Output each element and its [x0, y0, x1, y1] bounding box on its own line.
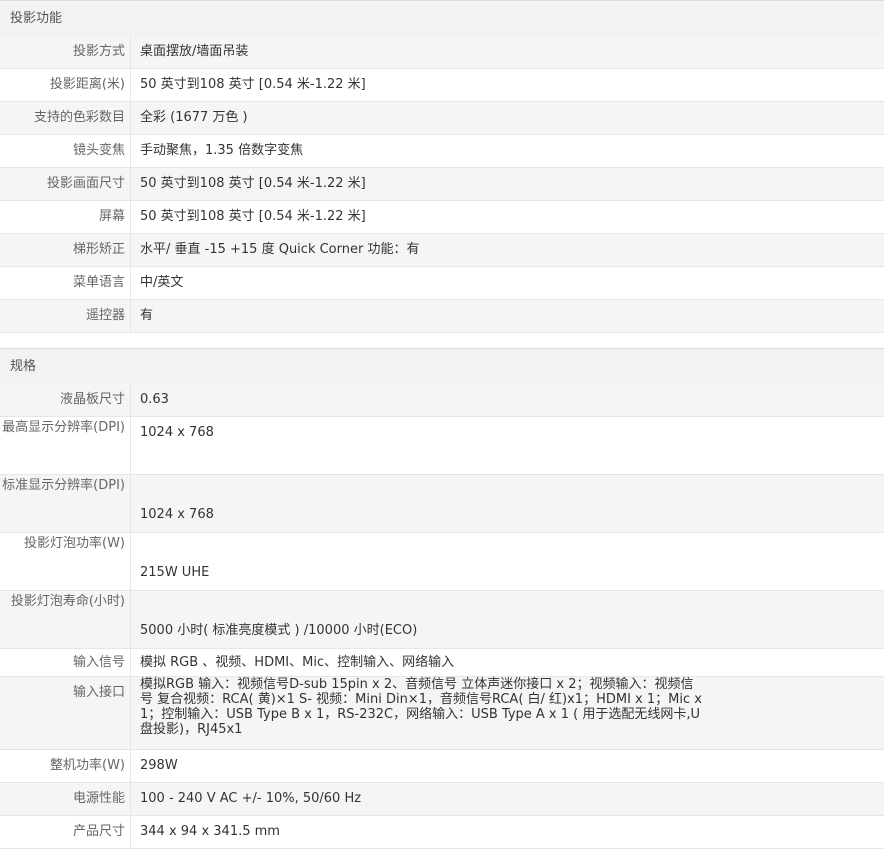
row-label: 投影距离(米)	[0, 69, 131, 101]
row-value: 中/英文	[140, 275, 184, 290]
table-row: 支持的色彩数目 全彩 (1677 万色 )	[0, 102, 884, 135]
row-value: 344 x 94 x 341.5 mm	[140, 824, 280, 839]
row-value: 模拟RGB 输入：视频信号D-sub 15pin x 2、音频信号 立体声迷你接…	[140, 677, 702, 737]
table-row: 产品尺寸 344 x 94 x 341.5 mm	[0, 816, 884, 849]
row-label: 电源性能	[0, 783, 131, 815]
row-label: 遥控器	[0, 300, 131, 332]
row-value: 0.63	[140, 392, 169, 407]
table-row: 投影距离(米) 50 英寸到108 英寸 [0.54 米-1.22 米]	[0, 69, 884, 102]
row-value: 50 英寸到108 英寸 [0.54 米-1.22 米]	[140, 176, 366, 191]
table-row: 投影方式 桌面摆放/墙面吊装	[0, 36, 884, 69]
row-label: 梯形矫正	[0, 234, 131, 266]
projection-spec-table: 投影方式 桌面摆放/墙面吊装 投影距离(米) 50 英寸到108 英寸 [0.54 …	[0, 36, 884, 333]
section-header-specs: 规格	[0, 348, 884, 384]
row-value: 1024 x 768	[140, 507, 214, 522]
row-label: 整机功率(W)	[0, 750, 131, 782]
table-row: 电源性能 100 - 240 V AC +/- 10%, 50/60 Hz	[0, 783, 884, 816]
section-gap	[0, 333, 884, 348]
row-value: 215W UHE	[140, 565, 210, 580]
row-label: 输入信号	[0, 649, 131, 676]
row-value: 水平/ 垂直 -15 +15 度 Quick Corner 功能：有	[140, 242, 420, 257]
spec-page: 投影功能 投影方式 桌面摆放/墙面吊装 投影距离(米) 50 英寸到108 英寸 […	[0, 0, 884, 849]
table-row: 标准显示分辨率(DPI) 1024 x 768	[0, 475, 884, 533]
row-value: 5000 小时( 标准亮度模式 ) /10000 小时(ECO)	[140, 623, 418, 638]
row-label: 标准显示分辨率(DPI)	[0, 475, 131, 532]
row-value: 50 英寸到108 英寸 [0.54 米-1.22 米]	[140, 209, 366, 224]
row-value: 有	[140, 308, 154, 323]
row-label: 投影方式	[0, 36, 131, 68]
row-label: 最高显示分辨率(DPI)	[0, 417, 131, 474]
table-row: 菜单语言 中/英文	[0, 267, 884, 300]
row-value: 100 - 240 V AC +/- 10%, 50/60 Hz	[140, 791, 362, 806]
table-row: 输入接口 模拟RGB 输入：视频信号D-sub 15pin x 2、音频信号 立体…	[0, 677, 884, 750]
table-row: 遥控器有	[0, 300, 884, 333]
table-row: 整机功率(W) 298W	[0, 750, 884, 783]
row-label: 屏幕	[0, 201, 131, 233]
row-label: 支持的色彩数目	[0, 102, 131, 134]
row-value: 1024 x 768	[140, 425, 214, 440]
row-label: 产品尺寸	[0, 816, 131, 848]
table-row: 屏幕 50 英寸到108 英寸 [0.54 米-1.22 米]	[0, 201, 884, 234]
row-value: 298W	[140, 758, 178, 773]
row-label: 液晶板尺寸	[0, 384, 131, 416]
table-row: 投影灯泡寿命(小时) 5000 小时( 标准亮度模式 ) /10000 小时(EC…	[0, 591, 884, 649]
row-label: 投影灯泡功率(W)	[0, 533, 131, 590]
table-row: 最高显示分辨率(DPI) 1024 x 768	[0, 417, 884, 475]
row-value: 手动聚焦，1.35 倍数字变焦	[140, 143, 304, 158]
row-value: 模拟 RGB 、视频、HDMI、Mic、控制输入、网络输入	[140, 655, 455, 670]
row-label: 投影画面尺寸	[0, 168, 131, 200]
row-value: 50 英寸到108 英寸 [0.54 米-1.22 米]	[140, 77, 366, 92]
row-label: 投影灯泡寿命(小时)	[0, 591, 131, 648]
row-value: 全彩 (1677 万色 )	[140, 110, 248, 125]
table-row: 投影画面尺寸 50 英寸到108 英寸 [0.54 米-1.22 米]	[0, 168, 884, 201]
row-label: 镜头变焦	[0, 135, 131, 167]
table-row: 输入信号 模拟 RGB 、视频、HDMI、Mic、控制输入、网络输入	[0, 649, 884, 677]
section-header-projection: 投影功能	[0, 0, 884, 36]
table-row: 液晶板尺寸 0.63	[0, 384, 884, 417]
table-row: 梯形矫正 水平/ 垂直 -15 +15 度 Quick Corner 功能：有	[0, 234, 884, 267]
table-row: 投影灯泡功率(W) 215W UHE	[0, 533, 884, 591]
row-value: 桌面摆放/墙面吊装	[140, 44, 249, 59]
specs-table: 液晶板尺寸 0.63 最高显示分辨率(DPI) 1024 x 768 标准显示分辨率…	[0, 384, 884, 849]
table-row: 镜头变焦 手动聚焦，1.35 倍数字变焦	[0, 135, 884, 168]
row-label: 输入接口	[0, 677, 131, 749]
row-label: 菜单语言	[0, 267, 131, 299]
